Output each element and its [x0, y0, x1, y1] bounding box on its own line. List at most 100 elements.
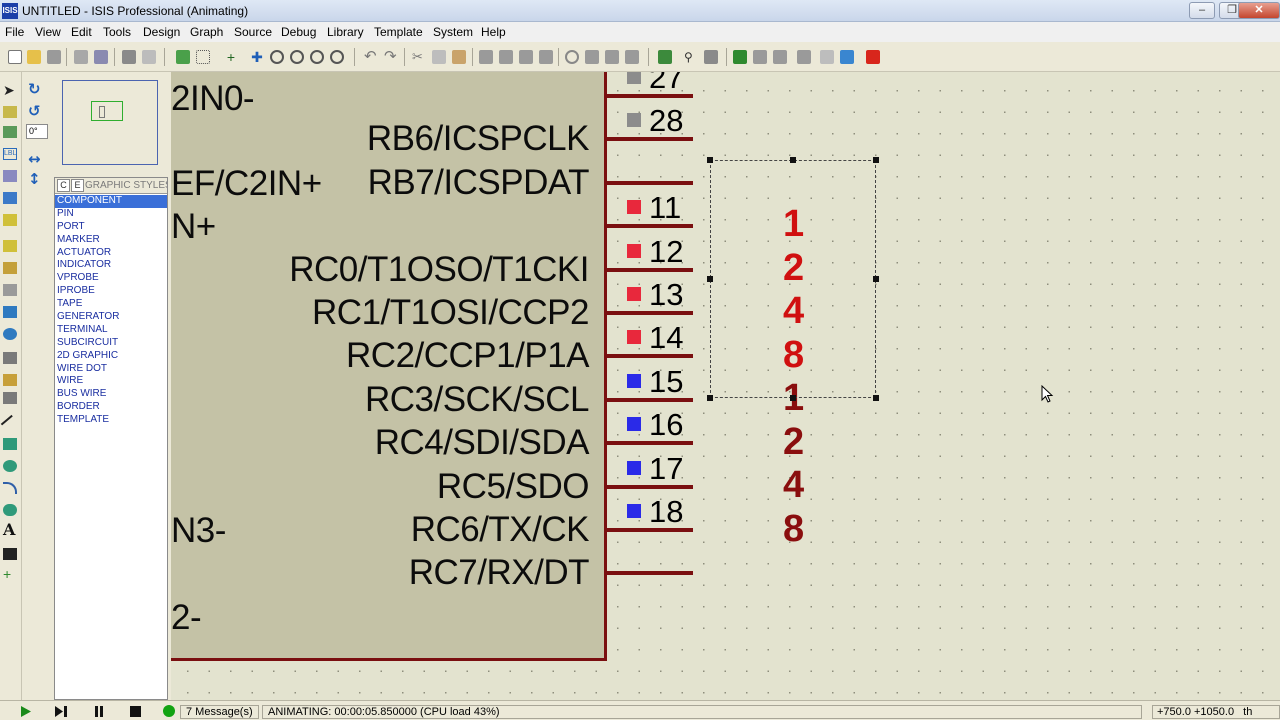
subcircuit-icon[interactable]: [3, 214, 17, 226]
current-probe-icon[interactable]: [3, 374, 17, 386]
path-tool-icon[interactable]: [3, 504, 17, 516]
search-icon[interactable]: ⚲: [684, 50, 698, 64]
selector-item[interactable]: ACTUATOR: [55, 247, 167, 260]
selector-item[interactable]: SUBCIRCUIT: [55, 337, 167, 350]
selector-item[interactable]: WIRE DOT: [55, 363, 167, 376]
mirror-horizontal-icon[interactable]: ↔: [28, 150, 41, 168]
bit-weight-label[interactable]: 2: [783, 423, 804, 461]
export-icon[interactable]: [94, 50, 108, 64]
selector-item[interactable]: PORT: [55, 221, 167, 234]
rotate-anticlockwise-icon[interactable]: ↺: [28, 102, 41, 120]
pin-wire[interactable]: [607, 181, 693, 185]
menu-debug[interactable]: Debug: [281, 25, 316, 39]
rotation-angle-field[interactable]: 0°: [26, 124, 48, 139]
property-tool-icon[interactable]: [704, 50, 718, 64]
selector-item[interactable]: GENERATOR: [55, 311, 167, 324]
print-icon[interactable]: [122, 50, 136, 64]
menu-template[interactable]: Template: [374, 25, 423, 39]
menu-edit[interactable]: Edit: [71, 25, 92, 39]
pan-icon[interactable]: ✚: [250, 50, 264, 64]
packaging-tool-icon[interactable]: [605, 50, 619, 64]
arc-tool-icon[interactable]: [3, 482, 17, 494]
block-move-icon[interactable]: [499, 50, 513, 64]
selector-item[interactable]: MARKER: [55, 234, 167, 247]
netlist-icon[interactable]: [753, 50, 767, 64]
junction-dot-icon[interactable]: [3, 126, 17, 138]
zoom-out-icon[interactable]: [290, 50, 304, 64]
terminals-icon[interactable]: [3, 240, 17, 252]
undo-icon[interactable]: ↶: [364, 49, 378, 64]
selector-item[interactable]: COMPONENT: [55, 195, 167, 208]
paste-icon[interactable]: [452, 50, 466, 64]
circle-tool-icon[interactable]: [3, 460, 17, 472]
cut-icon[interactable]: ✂: [412, 50, 426, 64]
selection-handle[interactable]: [873, 276, 879, 282]
electrical-check-icon[interactable]: [773, 50, 787, 64]
netlist-transfer-icon[interactable]: [797, 50, 811, 64]
box-tool-icon[interactable]: [3, 438, 17, 450]
selection-handle[interactable]: [873, 395, 879, 401]
menu-system[interactable]: System: [433, 25, 473, 39]
menu-help[interactable]: Help: [481, 25, 506, 39]
generator-icon[interactable]: [3, 328, 17, 340]
overview-viewport[interactable]: [91, 101, 123, 121]
voltage-probe-icon[interactable]: [3, 352, 17, 364]
bill-of-materials-icon[interactable]: [733, 50, 747, 64]
print-area-icon[interactable]: [142, 50, 156, 64]
selection-handle[interactable]: [707, 276, 713, 282]
bit-weight-label[interactable]: 4: [783, 466, 804, 504]
graph-icon[interactable]: [3, 284, 17, 296]
zoom-in-icon[interactable]: [270, 50, 284, 64]
selection-handle[interactable]: [873, 157, 879, 163]
selector-item[interactable]: BUS WIRE: [55, 388, 167, 401]
block-rotate-icon[interactable]: [519, 50, 533, 64]
stop-icon[interactable]: [124, 705, 146, 718]
selection-box[interactable]: [707, 157, 879, 401]
selector-tab-c[interactable]: C: [57, 179, 70, 192]
selector-item[interactable]: BORDER: [55, 401, 167, 414]
help-icon[interactable]: [840, 50, 854, 64]
menu-file[interactable]: File: [5, 25, 24, 39]
block-delete-icon[interactable]: [539, 50, 553, 64]
redo-icon[interactable]: ↷: [384, 49, 398, 64]
mirror-vertical-icon[interactable]: ↕: [28, 170, 41, 188]
bus-icon[interactable]: [3, 192, 17, 204]
selector-tab-e[interactable]: E: [71, 179, 84, 192]
import-icon[interactable]: [74, 50, 88, 64]
refresh-icon[interactable]: [176, 50, 190, 64]
selection-handle[interactable]: [790, 395, 796, 401]
tape-recorder-icon[interactable]: [3, 306, 17, 318]
pause-icon[interactable]: [88, 705, 110, 718]
device-pins-icon[interactable]: [3, 262, 17, 274]
zoom-all-icon[interactable]: [310, 50, 324, 64]
pin-wire[interactable]: [607, 571, 693, 575]
ares-icon[interactable]: [866, 50, 880, 64]
pick-device-icon[interactable]: [565, 50, 579, 64]
new-file-icon[interactable]: [8, 50, 22, 64]
selector-item[interactable]: IPROBE: [55, 285, 167, 298]
wire-autorouter-icon[interactable]: [658, 50, 672, 64]
virtual-instruments-icon[interactable]: [3, 392, 17, 404]
message-count[interactable]: 7 Message(s): [180, 705, 259, 719]
selector-item[interactable]: TEMPLATE: [55, 414, 167, 427]
selection-handle[interactable]: [707, 395, 713, 401]
grid-icon[interactable]: [196, 50, 210, 64]
step-icon[interactable]: [50, 705, 72, 718]
wire-label-icon[interactable]: LBL: [3, 148, 17, 160]
origin-icon[interactable]: +: [224, 50, 238, 64]
bit-weight-label[interactable]: 8: [783, 510, 804, 548]
selector-item[interactable]: VPROBE: [55, 272, 167, 285]
selection-handle[interactable]: [790, 157, 796, 163]
design-explorer-icon[interactable]: [820, 50, 834, 64]
text-script-icon[interactable]: [3, 170, 17, 182]
menu-view[interactable]: View: [35, 25, 61, 39]
menu-library[interactable]: Library: [327, 25, 364, 39]
menu-source[interactable]: Source: [234, 25, 272, 39]
zoom-area-icon[interactable]: [330, 50, 344, 64]
selector-item[interactable]: INDICATOR: [55, 259, 167, 272]
schematic-canvas[interactable]: 2IN0- EF/C2IN+ N+ N3- 2- 27 RB6/ICSPCLK 28 RB7/I…: [171, 72, 1280, 700]
component-mode-icon[interactable]: [3, 106, 17, 118]
selector-item[interactable]: TERMINAL: [55, 324, 167, 337]
menu-graph[interactable]: Graph: [190, 25, 223, 39]
make-device-icon[interactable]: [585, 50, 599, 64]
